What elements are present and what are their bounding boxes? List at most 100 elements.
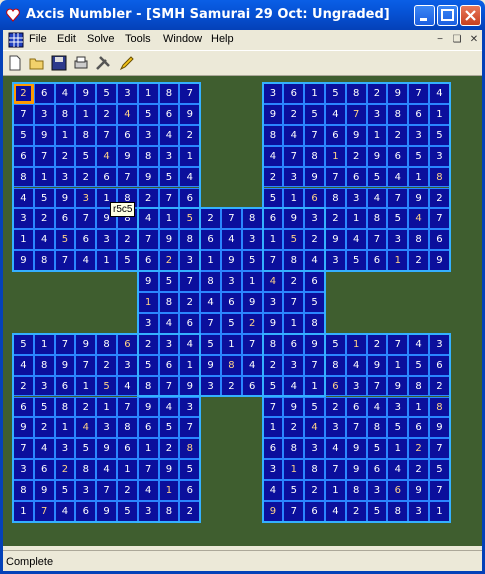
sudoku-cell[interactable]: 9 xyxy=(75,333,97,355)
sudoku-cell[interactable]: 9 xyxy=(96,438,117,460)
sudoku-cell[interactable]: 8 xyxy=(408,375,429,397)
sudoku-cell[interactable]: 1 xyxy=(345,208,367,230)
sudoku-cell[interactable]: 6 xyxy=(429,229,450,251)
sudoku-cell[interactable]: 7 xyxy=(75,354,97,376)
sudoku-cell[interactable]: 5 xyxy=(304,103,325,125)
sudoku-cell[interactable]: 8 xyxy=(304,459,325,481)
sudoku-cell[interactable]: 1 xyxy=(137,438,159,460)
sudoku-cell[interactable]: 4 xyxy=(262,145,284,167)
sudoku-cell[interactable]: 2 xyxy=(75,396,97,418)
sudoku-cell[interactable]: 2 xyxy=(345,145,367,167)
sudoku-cell[interactable]: 2 xyxy=(408,438,429,460)
sudoku-cell[interactable]: 3 xyxy=(179,250,201,272)
sudoku-cell[interactable]: 6 xyxy=(54,375,76,397)
sudoku-cell[interactable]: 8 xyxy=(241,208,263,230)
sudoku-cell[interactable]: 5 xyxy=(262,375,284,397)
sudoku-cell[interactable]: 4 xyxy=(33,438,55,460)
sudoku-cell[interactable]: 2 xyxy=(158,438,180,460)
sudoku-cell[interactable]: 8 xyxy=(408,229,429,251)
sudoku-cell[interactable]: 1 xyxy=(304,83,325,104)
sudoku-cell[interactable]: 8 xyxy=(13,166,34,188)
sudoku-cell[interactable]: 3 xyxy=(96,229,117,251)
sudoku-cell[interactable]: 7 xyxy=(33,145,55,167)
sudoku-cell[interactable]: 7 xyxy=(241,333,263,355)
sudoku-cell[interactable]: 4 xyxy=(325,103,346,125)
sudoku-cell[interactable]: 7 xyxy=(137,229,159,251)
sudoku-cell[interactable]: 1 xyxy=(158,208,180,230)
sudoku-cell[interactable]: 9 xyxy=(33,124,55,146)
sudoku-cell[interactable]: 6 xyxy=(137,250,159,272)
close-button[interactable] xyxy=(460,5,481,26)
mdi-minimize-icon[interactable]: − xyxy=(433,33,447,46)
sudoku-cell[interactable]: 6 xyxy=(408,417,429,439)
sudoku-cell[interactable]: 9 xyxy=(408,480,429,501)
sudoku-cell[interactable]: 6 xyxy=(33,83,55,104)
sudoku-cell[interactable]: 1 xyxy=(158,480,180,501)
sudoku-cell[interactable]: 7 xyxy=(96,480,117,501)
sudoku-cell[interactable]: 6 xyxy=(54,208,76,230)
sudoku-cell[interactable]: 1 xyxy=(33,166,55,188)
sudoku-cell[interactable]: 5 xyxy=(13,333,34,355)
sudoku-cell[interactable]: 2 xyxy=(283,103,305,125)
sudoku-cell[interactable]: 9 xyxy=(262,103,284,125)
sudoku-cell[interactable]: 6 xyxy=(304,271,325,292)
sudoku-cell[interactable]: 4 xyxy=(262,271,284,292)
sudoku-cell[interactable]: 9 xyxy=(54,187,76,209)
sudoku-cell[interactable]: 7 xyxy=(117,166,138,188)
sudoku-cell[interactable]: 9 xyxy=(366,145,388,167)
sudoku-cell[interactable]: 3 xyxy=(54,166,76,188)
sudoku-cell[interactable]: 5 xyxy=(325,83,346,104)
sudoku-cell[interactable]: 7 xyxy=(325,459,346,481)
sudoku-cell[interactable]: 9 xyxy=(283,208,305,230)
sudoku-cell[interactable]: 1 xyxy=(75,375,97,397)
sudoku-cell[interactable]: 2 xyxy=(325,208,346,230)
sudoku-cell[interactable]: 1 xyxy=(200,250,221,272)
sudoku-cell[interactable]: 5 xyxy=(366,166,388,188)
sudoku-cell[interactable]: 7 xyxy=(408,83,429,104)
document-icon[interactable] xyxy=(8,32,24,48)
sudoku-cell[interactable]: 9 xyxy=(13,250,34,272)
sudoku-cell[interactable]: 9 xyxy=(96,501,117,522)
sudoku-cell[interactable]: 2 xyxy=(75,166,97,188)
sudoku-cell[interactable]: 1 xyxy=(33,333,55,355)
sudoku-cell[interactable]: 7 xyxy=(304,124,325,146)
sudoku-cell[interactable]: 2 xyxy=(54,145,76,167)
sudoku-cell[interactable]: 2 xyxy=(262,166,284,188)
sudoku-cell[interactable]: 4 xyxy=(158,396,180,418)
sudoku-cell[interactable]: 7 xyxy=(221,208,242,230)
sudoku-cell[interactable]: 1 xyxy=(241,271,263,292)
sudoku-cell[interactable]: 9 xyxy=(345,438,367,460)
sudoku-cell[interactable]: 8 xyxy=(158,501,180,522)
open-icon[interactable] xyxy=(28,54,46,72)
sudoku-cell[interactable]: 5 xyxy=(137,354,159,376)
maximize-button[interactable] xyxy=(437,5,458,26)
sudoku-cell[interactable]: 1 xyxy=(408,396,429,418)
sudoku-cell[interactable]: 4 xyxy=(179,166,201,188)
sudoku-cell[interactable]: 1 xyxy=(325,480,346,501)
sudoku-cell[interactable]: 5 xyxy=(96,83,117,104)
sudoku-cell[interactable]: 8 xyxy=(429,166,450,188)
pencil-icon[interactable] xyxy=(118,54,136,72)
sudoku-cell[interactable]: 8 xyxy=(137,375,159,397)
sudoku-cell[interactable]: 5 xyxy=(345,250,367,272)
sudoku-cell[interactable]: 7 xyxy=(13,438,34,460)
sudoku-cell[interactable]: 6 xyxy=(13,396,34,418)
sudoku-cell[interactable]: 5 xyxy=(200,333,221,355)
sudoku-cell[interactable]: 6 xyxy=(304,187,325,209)
sudoku-cell[interactable]: 7 xyxy=(33,501,55,522)
sudoku-cell[interactable]: 8 xyxy=(345,480,367,501)
sudoku-cell[interactable]: 8 xyxy=(283,250,305,272)
sudoku-cell[interactable]: 2 xyxy=(33,208,55,230)
sudoku-cell[interactable]: 9 xyxy=(179,103,201,125)
sudoku-cell[interactable]: 1 xyxy=(304,375,325,397)
sudoku-cell[interactable]: 2 xyxy=(200,208,221,230)
sudoku-cell[interactable]: 1 xyxy=(366,124,388,146)
sudoku-cell[interactable]: 4 xyxy=(179,333,201,355)
menu-edit[interactable]: Edit xyxy=(57,33,76,45)
sudoku-cell[interactable]: 4 xyxy=(13,187,34,209)
sudoku-cell[interactable]: 6 xyxy=(221,292,242,313)
sudoku-cell[interactable]: 9 xyxy=(158,459,180,481)
sudoku-cell[interactable]: 5 xyxy=(304,396,325,418)
sudoku-cell[interactable]: 9 xyxy=(262,312,284,334)
sudoku-cell[interactable]: 5 xyxy=(325,333,346,355)
